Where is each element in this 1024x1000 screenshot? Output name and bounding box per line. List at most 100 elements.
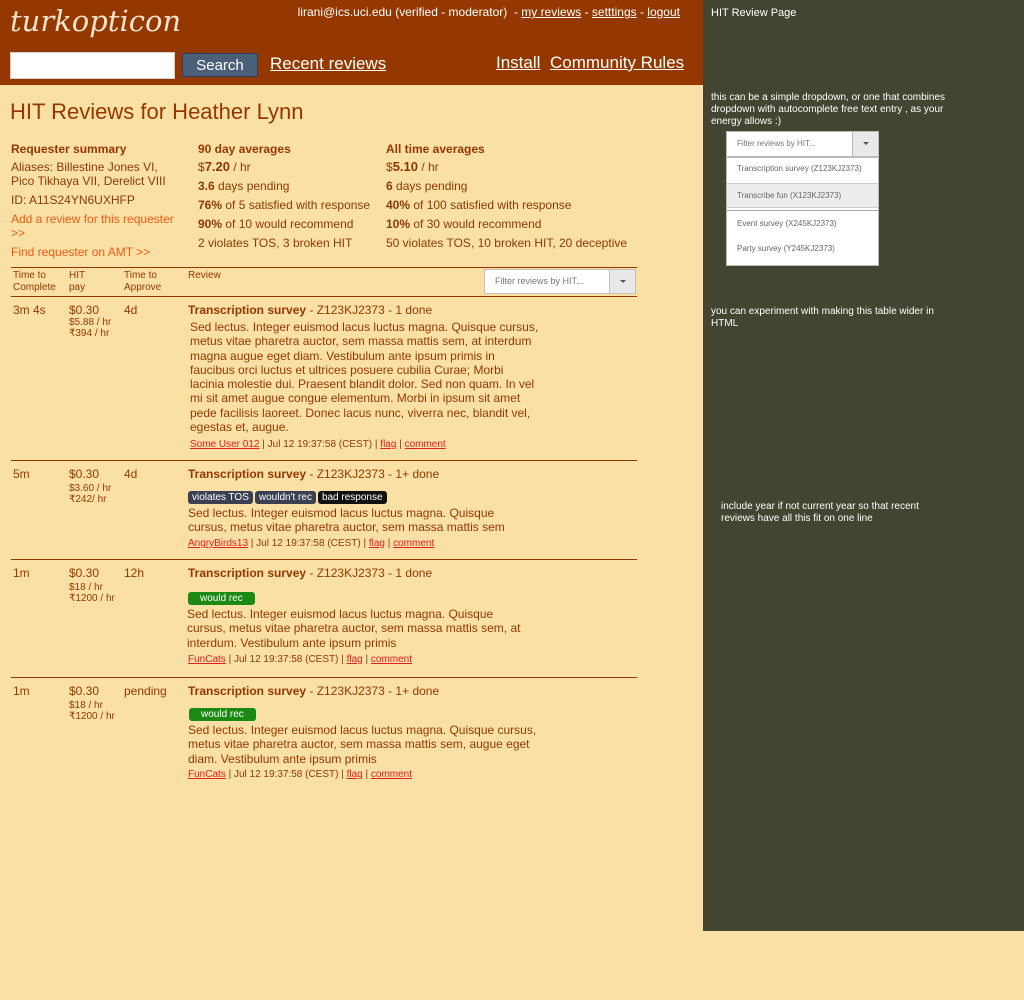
rate-usd: $5.88 / hr xyxy=(69,317,112,328)
mock-option[interactable]: Party survey (Y245KJ2373) xyxy=(727,244,878,253)
turkopticon-logo[interactable]: turkopticon xyxy=(10,4,181,38)
requester-summary: Requester summary Aliases: Billestine Jo… xyxy=(11,142,191,264)
review-body: Sed lectus. Integer euismod lacus luctus… xyxy=(187,607,521,650)
review-meta: Some User 012 | Jul 12 19:37:58 (CEST) |… xyxy=(190,439,446,450)
mock-option[interactable]: Transcribe fun (X123KJ2373) xyxy=(727,183,878,208)
rate-usd: $3.60 / hr xyxy=(69,483,112,494)
logout-link[interactable]: logout xyxy=(647,5,680,19)
hit-pay: $0.30 xyxy=(69,684,100,698)
header-bar: turkopticon lirani@ics.uci.edu (verified… xyxy=(0,0,703,85)
column-hit-pay[interactable]: HIT pay xyxy=(69,270,85,294)
mock-option[interactable]: Event survey (X245KJ2373) xyxy=(727,219,878,228)
mock-dropdown-list: Transcription survey (Z123KJ2373) Transc… xyxy=(726,157,879,266)
annotation-table-note: you can experiment with making this tabl… xyxy=(711,306,934,329)
column-review: Review xyxy=(188,270,221,281)
comment-link[interactable]: comment xyxy=(371,769,412,780)
review-meta: AngryBirds13 | Jul 12 19:37:58 (CEST) | … xyxy=(188,538,435,549)
find-requester-link[interactable]: Find requester on AMT >> xyxy=(11,245,191,259)
chevron-down-icon[interactable] xyxy=(609,270,635,293)
annotation-panel: HIT Review Page this can be a simple dro… xyxy=(703,0,1024,931)
rate-inr: ₹1200 / hr xyxy=(69,593,115,604)
add-review-link[interactable]: Add a review for this requester >> xyxy=(11,212,191,240)
reviewer-link[interactable]: FunCats xyxy=(188,769,226,780)
time-to-complete: 3m 4s xyxy=(13,303,46,317)
page-title: HIT Reviews for Heather Lynn xyxy=(10,99,304,124)
rate-inr: ₹242/ hr xyxy=(69,494,107,505)
review-tags: violates TOS wouldn't rec bad response xyxy=(188,487,389,505)
ninety-day-recommend: 90% of 10 would recommend xyxy=(198,217,354,231)
time-to-approve: pending xyxy=(124,684,167,698)
my-reviews-link[interactable]: my reviews xyxy=(521,5,581,19)
user-email: lirani@ics.uci.edu xyxy=(297,5,392,19)
hit-title[interactable]: Transcription survey - Z123KJ2373 - 1 do… xyxy=(188,303,432,317)
review-body: Sed lectus. Integer euismod lacus luctus… xyxy=(188,506,505,535)
flag-link[interactable]: flag xyxy=(347,654,363,665)
comment-link[interactable]: comment xyxy=(371,654,412,665)
flag-link[interactable]: flag xyxy=(369,538,385,549)
ninety-day-averages: 90 day averages $7.20 / hr 3.6 days pend… xyxy=(198,142,383,255)
time-to-complete: 1m xyxy=(13,566,30,580)
review-body: Sed lectus. Integer euismod lacus luctus… xyxy=(190,320,539,435)
community-rules-link[interactable]: Community Rules xyxy=(550,53,684,73)
comment-link[interactable]: comment xyxy=(405,439,446,450)
hit-pay: $0.30 xyxy=(69,467,100,481)
requester-id: ID: A11S24YN6UXHFP xyxy=(11,193,135,207)
ninety-day-heading: 90 day averages xyxy=(198,142,291,156)
annotation-year-note: include year if not current year so that… xyxy=(721,501,919,524)
reviewer-link[interactable]: AngryBirds13 xyxy=(188,538,248,549)
annotation-title: HIT Review Page xyxy=(711,7,797,19)
ninety-day-satisfied: 76% of 5 satisfied with response xyxy=(198,198,371,212)
filter-placeholder: Filter reviews by HIT... xyxy=(495,276,584,286)
aliases-line-2: Pico Tikhaya VII, Derelict VIII xyxy=(11,174,166,188)
flag-link[interactable]: flag xyxy=(347,769,363,780)
review-row: 3m 4s $0.30 $5.88 / hr ₹394 / hr 4d Tran… xyxy=(11,297,637,461)
all-time-satisfied: 40% of 100 satisfied with response xyxy=(386,198,572,212)
user-status: (verified - moderator) xyxy=(395,5,508,19)
hit-title[interactable]: Transcription survey - Z123KJ2373 - 1 do… xyxy=(188,566,432,580)
ninety-day-pending: 3.6 days pending xyxy=(198,179,290,193)
review-tags: would rec xyxy=(188,588,257,606)
reviewer-link[interactable]: Some User 012 xyxy=(190,439,259,450)
time-to-approve: 12h xyxy=(124,566,145,580)
hit-title[interactable]: Transcription survey - Z123KJ2373 - 1+ d… xyxy=(188,467,439,481)
ninety-day-pay: $7.20 / hr xyxy=(198,159,251,175)
column-time-to-approve[interactable]: Time to Approve xyxy=(124,270,161,294)
comment-link[interactable]: comment xyxy=(393,538,434,549)
mock-filter-dropdown[interactable]: Filter reviews by HIT... xyxy=(726,131,879,157)
review-meta: FunCats | Jul 12 19:37:58 (CEST) | flag … xyxy=(188,654,413,665)
aliases-line-1: Aliases: Billestine Jones VI, xyxy=(11,160,158,174)
mock-filter-placeholder: Filter reviews by HIT... xyxy=(737,139,816,148)
flag-link[interactable]: flag xyxy=(380,439,396,450)
ninety-day-violations: 2 violates TOS, 3 broken HIT xyxy=(198,236,353,250)
rate-usd: $18 / hr xyxy=(69,700,103,711)
settings-link[interactable]: setttings xyxy=(592,5,637,19)
hit-pay: $0.30 xyxy=(69,303,100,317)
search-input[interactable] xyxy=(10,52,175,79)
review-row: 5m $0.30 $3.60 / hr ₹242/ hr 4d Transcri… xyxy=(11,461,637,560)
all-time-violations: 50 violates TOS, 10 broken HIT, 20 decep… xyxy=(386,236,628,250)
tag-would-rec: would rec xyxy=(189,708,256,721)
recent-reviews-link[interactable]: Recent reviews xyxy=(270,54,386,74)
rate-inr: ₹394 / hr xyxy=(69,328,110,339)
time-to-approve: 4d xyxy=(124,303,138,317)
install-link[interactable]: Install xyxy=(496,53,540,73)
review-row: 1m $0.30 $18 / hr ₹1200 / hr pending Tra… xyxy=(11,678,637,786)
mock-option[interactable]: Transcription survey (Z123KJ2373) xyxy=(727,164,878,173)
all-time-pay: $5.10 / hr xyxy=(386,159,439,175)
tag-would-rec: would rec xyxy=(188,592,255,605)
all-time-averages: All time averages $5.10 / hr 6 days pend… xyxy=(386,142,636,255)
user-bar: lirani@ics.uci.edu (verified - moderator… xyxy=(297,5,680,19)
filter-reviews-dropdown[interactable]: Filter reviews by HIT... xyxy=(484,269,636,294)
search-button[interactable]: Search xyxy=(182,53,258,77)
time-to-complete: 5m xyxy=(13,467,30,481)
review-meta: FunCats | Jul 12 19:37:58 (CEST) | flag … xyxy=(188,769,413,780)
chevron-down-icon[interactable] xyxy=(852,132,878,156)
hit-title[interactable]: Transcription survey - Z123KJ2373 - 1+ d… xyxy=(188,684,439,698)
review-row: 1m $0.30 $18 / hr ₹1200 / hr 12h Transcr… xyxy=(11,560,637,678)
all-time-heading: All time averages xyxy=(386,142,485,156)
reviewer-link[interactable]: FunCats xyxy=(188,654,226,665)
time-to-complete: 1m xyxy=(13,684,30,698)
review-tags: would rec xyxy=(189,704,258,722)
hit-pay: $0.30 xyxy=(69,566,100,580)
column-time-to-complete[interactable]: Time to Complete xyxy=(13,270,56,294)
